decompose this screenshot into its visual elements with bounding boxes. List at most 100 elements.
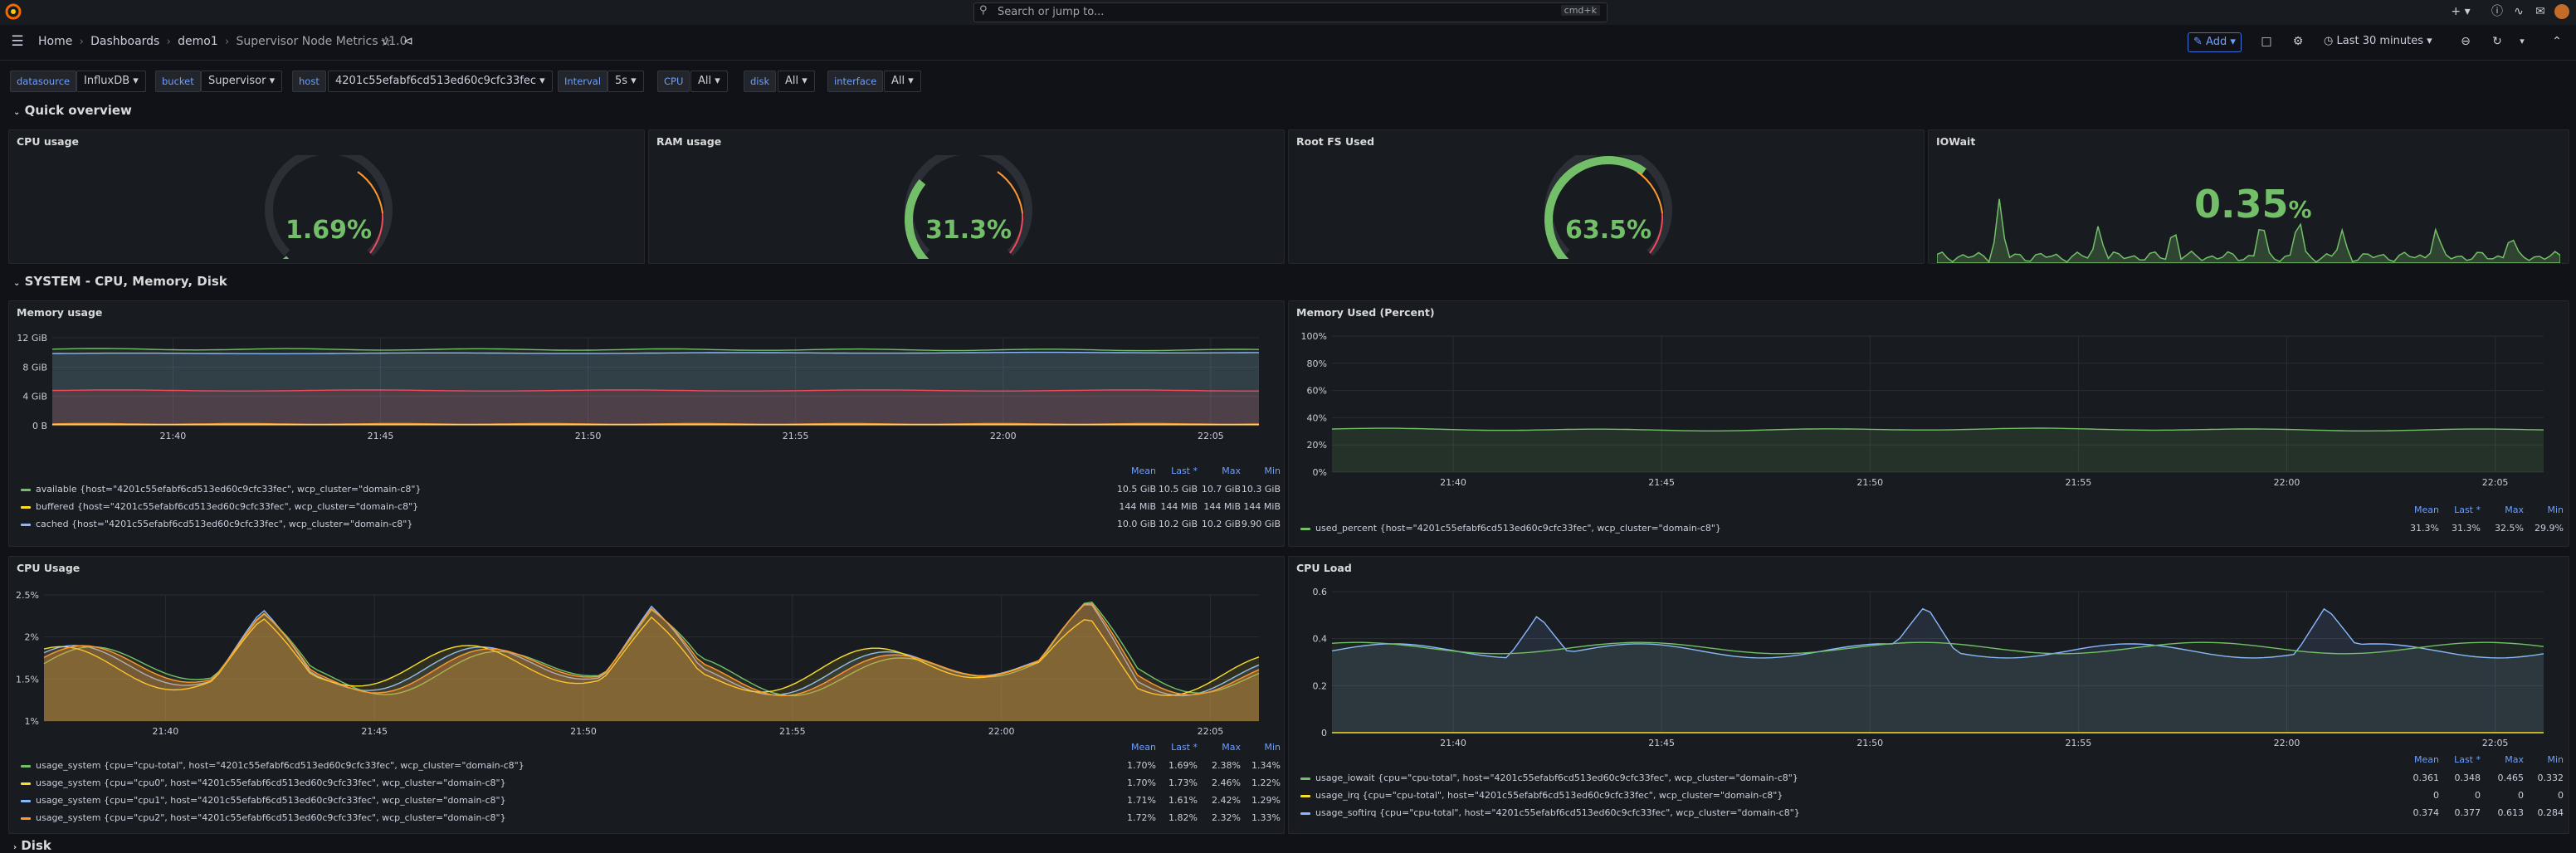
legend-row[interactable]: usage_system {cpu="cpu2", host="4201c55e… (21, 809, 1281, 826)
legend-row[interactable]: usage_system {cpu="cpu-total", host="420… (21, 757, 1281, 774)
legend-value: 2.38% (1198, 757, 1241, 774)
panel-iowait[interactable]: IOWait 0.35% (1928, 129, 2569, 264)
share-icon[interactable]: ⊲ (399, 32, 417, 51)
legend-column-header[interactable]: Last * (2439, 504, 2481, 515)
breadcrumb-dashboards[interactable]: Dashboards (90, 35, 159, 48)
legend-value: 10.0 GiB (1105, 515, 1156, 533)
collapse-chevron-up-icon[interactable]: ⌃ (2548, 32, 2566, 51)
legend-series-name[interactable]: available {host="4201c55efabf6cd513ed60c… (36, 484, 421, 495)
var-select-bucket[interactable]: Supervisor ▾ (201, 71, 282, 92)
y-tick-label: 0 (1321, 728, 1327, 738)
panel-memory-used-percent[interactable]: Memory Used (Percent) 100%80%60%40%20%0%… (1288, 300, 2569, 547)
legend-value: 2.46% (1198, 774, 1241, 792)
legend-column-header[interactable]: Mean (1105, 465, 1156, 476)
panel-ram-usage[interactable]: RAM usage 31.3% (648, 129, 1285, 264)
breadcrumb-separator: › (222, 36, 232, 48)
panel-root-fs-used[interactable]: Root FS Used 63.5% (1288, 129, 1925, 264)
legend-value: 31.3% (2439, 519, 2481, 537)
legend-column-header[interactable]: Last * (1156, 465, 1198, 476)
legend-row[interactable]: usage_softirq {cpu="cpu-total", host="42… (1300, 804, 2564, 821)
legend-row[interactable]: usage_irq {cpu="cpu-total", host="4201c5… (1300, 787, 2564, 804)
legend-row[interactable]: cached {host="4201c55efabf6cd513ed60c9cf… (21, 515, 1281, 533)
var-select-interval[interactable]: 5s ▾ (607, 71, 644, 92)
legend-series-name[interactable]: buffered {host="4201c55efabf6cd513ed60c9… (36, 501, 418, 512)
row-toggle-quick-overview[interactable]: ⌄ Quick overview (13, 103, 132, 118)
legend-value: 0.361 (2388, 769, 2439, 787)
notifications-icon[interactable]: ✉ (2531, 2, 2549, 21)
legend-column-header[interactable]: Mean (2388, 504, 2439, 515)
legend-value: 32.5% (2481, 519, 2524, 537)
var-select-datasource[interactable]: InfluxDB ▾ (76, 71, 146, 92)
help-icon[interactable]: ⓘ (2488, 2, 2506, 21)
legend-series-name[interactable]: usage_system {cpu="cpu-total", host="420… (36, 760, 524, 771)
plus-menu-icon[interactable]: + ▾ (2448, 2, 2473, 21)
panel-cpu-usage[interactable]: CPU usage 1.69% (8, 129, 645, 264)
legend-value: 0 (2388, 787, 2439, 804)
legend-series-name[interactable]: usage_softirq {cpu="cpu-total", host="42… (1315, 807, 1800, 818)
news-rss-icon[interactable]: ∿ (2510, 2, 2528, 21)
grafana-logo-icon[interactable] (5, 3, 22, 20)
refresh-icon[interactable]: ↻ (2488, 32, 2506, 51)
row-toggle-disk[interactable]: › Disk (13, 838, 51, 853)
legend-column-header[interactable]: Max (2481, 754, 2524, 765)
legend-column-header[interactable]: Min (1241, 465, 1281, 476)
x-tick-label: 21:55 (783, 431, 809, 441)
stat-value: 0.35% (2194, 182, 2312, 227)
legend-series-name[interactable]: usage_system {cpu="cpu2", host="4201c55e… (36, 812, 506, 823)
refresh-interval-chevron-down-icon[interactable]: ▾ (2515, 32, 2530, 51)
var-select-disk[interactable]: All ▾ (778, 71, 815, 92)
legend-value: 31.3% (2388, 519, 2439, 537)
panel-cpu-load[interactable]: CPU Load 0.60.40.2021:4021:4521:5021:552… (1288, 556, 2569, 834)
legend-column-header[interactable]: Last * (1156, 742, 1198, 753)
legend-column-header[interactable]: Max (1198, 465, 1241, 476)
legend-column-header[interactable]: Last * (2439, 754, 2481, 765)
legend-row[interactable]: used_percent {host="4201c55efabf6cd513ed… (1300, 519, 2564, 537)
legend-series-name[interactable]: usage_irq {cpu="cpu-total", host="4201c5… (1315, 790, 1783, 801)
settings-gear-icon[interactable]: ⚙ (2289, 32, 2307, 51)
y-tick-label: 0% (1313, 467, 1327, 478)
series-line (1332, 428, 2544, 431)
legend-series-name[interactable]: usage_iowait {cpu="cpu-total", host="420… (1315, 773, 1798, 783)
row-toggle-system[interactable]: ⌄ SYSTEM - CPU, Memory, Disk (13, 274, 227, 289)
var-select-cpu[interactable]: All ▾ (690, 71, 728, 92)
series-area (1332, 428, 2544, 472)
var-select-host[interactable]: 4201c55efabf6cd513ed60c9cfc33fec ▾ (328, 71, 553, 92)
legend-column-header[interactable]: Min (2524, 504, 2564, 515)
legend-row[interactable]: usage_iowait {cpu="cpu-total", host="420… (1300, 769, 2564, 787)
search-input[interactable]: ⚲ Search or jump to... cmd+k (973, 2, 1608, 22)
series-area (1332, 642, 2544, 733)
star-icon[interactable]: ☆ (377, 32, 395, 51)
legend-header: MinMaxLast *Mean (1300, 754, 2564, 769)
legend-row[interactable]: buffered {host="4201c55efabf6cd513ed60c9… (21, 498, 1281, 515)
legend-row[interactable]: usage_system {cpu="cpu1", host="4201c55e… (21, 792, 1281, 809)
x-tick-label: 21:50 (575, 431, 602, 441)
add-button[interactable]: ✎ Add ▾ (2188, 32, 2242, 52)
cpu-load-chart: 0.60.40.2021:4021:4521:5021:5522:0022:05 (1289, 578, 2569, 756)
legend-column-header[interactable]: Min (2524, 754, 2564, 765)
var-select-interface[interactable]: All ▾ (884, 71, 921, 92)
x-tick-label: 22:05 (2482, 738, 2509, 748)
legend-column-header[interactable]: Max (2481, 504, 2524, 515)
legend-series-name[interactable]: used_percent {host="4201c55efabf6cd513ed… (1315, 523, 1721, 534)
legend-column-header[interactable]: Max (1198, 742, 1241, 753)
time-picker[interactable]: ◷ Last 30 minutes ▾ (2324, 32, 2432, 51)
legend-column-header[interactable]: Mean (2388, 754, 2439, 765)
panel-memory-usage[interactable]: Memory usage 12 GiB8 GiB4 GiB0 B21:4021:… (8, 300, 1285, 547)
save-icon[interactable]: □ (2257, 32, 2276, 51)
legend-row[interactable]: available {host="4201c55efabf6cd513ed60c… (21, 480, 1281, 498)
menu-icon[interactable]: ☰ (8, 32, 27, 51)
x-tick-label: 21:40 (1440, 477, 1466, 488)
panel-cpu-usage-timeseries[interactable]: CPU Usage 2.5%2%1.5%1%21:4021:4521:5021:… (8, 556, 1285, 834)
zoom-out-icon[interactable]: ⊖ (2456, 32, 2475, 51)
legend-series-name[interactable]: usage_system {cpu="cpu1", host="4201c55e… (36, 795, 506, 806)
legend-value: 1.33% (1241, 809, 1281, 826)
panel-title: CPU Usage (17, 562, 80, 574)
legend-column-header[interactable]: Min (1241, 742, 1281, 753)
legend-series-name[interactable]: cached {host="4201c55efabf6cd513ed60c9cf… (36, 519, 412, 529)
breadcrumb-home[interactable]: Home (38, 35, 72, 48)
legend-column-header[interactable]: Mean (1105, 742, 1156, 753)
legend-row[interactable]: usage_system {cpu="cpu0", host="4201c55e… (21, 774, 1281, 792)
breadcrumb-folder[interactable]: demo1 (178, 35, 218, 48)
legend-series-name[interactable]: usage_system {cpu="cpu0", host="4201c55e… (36, 777, 506, 788)
avatar[interactable] (2554, 4, 2569, 19)
